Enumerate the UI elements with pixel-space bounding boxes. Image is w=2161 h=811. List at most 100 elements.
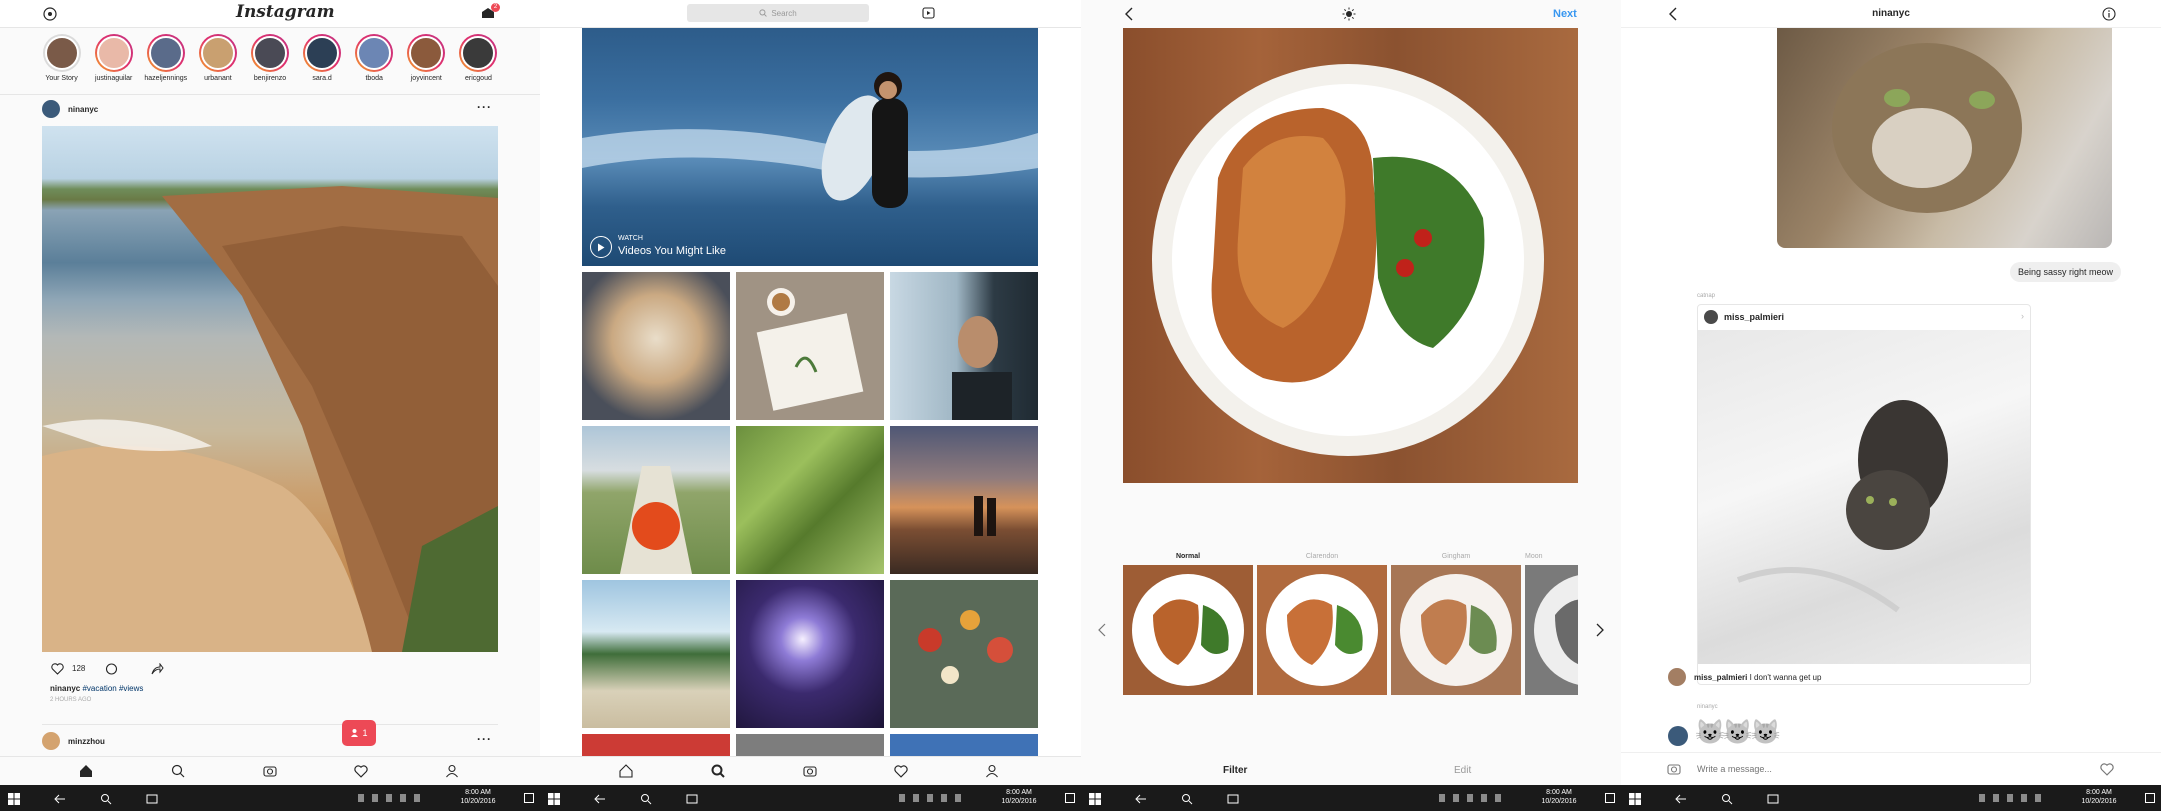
more-options-icon[interactable]: ··· [477,100,492,114]
filter-thumb-clarendon[interactable] [1257,565,1387,695]
explore-tile-notebook[interactable] [736,272,884,420]
caption-username[interactable]: ninanyc [50,684,80,693]
story-item[interactable]: tboda [353,34,396,92]
explore-tile-man-window[interactable] [890,272,1038,420]
next-button[interactable]: Next [1553,8,1577,20]
cortana-search-icon[interactable] [100,792,112,805]
next-post-username[interactable]: minzzhou [68,737,105,746]
more-options-icon[interactable]: ··· [477,732,492,746]
heart-icon[interactable] [353,763,369,779]
back-arrow-icon[interactable] [1675,792,1687,804]
camera-icon[interactable] [802,763,818,779]
search-input[interactable]: Search [687,4,869,22]
explore-tile-fireworks[interactable] [736,580,884,728]
clock-date: 10/20/2016 [2081,798,2117,805]
system-tray-icons[interactable] [1439,794,1509,802]
story-item[interactable]: joyvincent [405,34,448,92]
story-item[interactable]: urbanant [196,34,239,92]
video-hero[interactable]: WATCH Videos You Might Like [582,28,1038,266]
direct-panel: ninanyc Being sassy right meow catnap mi… [1621,0,2161,785]
cortana-search-icon[interactable] [1721,792,1733,805]
filter-thumb-normal[interactable] [1123,565,1253,695]
heart-icon[interactable] [893,763,909,779]
explore-tile-leaves[interactable] [736,426,884,574]
home-icon[interactable] [78,763,94,779]
chevron-right-icon[interactable] [1593,622,1607,638]
post-username[interactable]: ninanyc [68,105,98,114]
story-ring [303,34,342,72]
camera-icon[interactable] [262,763,278,779]
back-arrow-icon[interactable] [54,792,66,804]
back-arrow-icon[interactable] [594,792,606,804]
back-arrow-icon[interactable] [1135,792,1147,804]
windows-start-icon[interactable] [1089,792,1101,805]
action-center-icon[interactable] [1065,793,1075,803]
task-view-icon[interactable] [146,792,158,804]
explore-tile-flowers[interactable] [890,580,1038,728]
search-icon[interactable] [170,763,186,779]
filter-thumb-moon[interactable] [1525,565,1578,695]
heart-icon[interactable] [2099,761,2115,777]
share-icon[interactable] [150,662,164,676]
windows-start-icon[interactable] [8,792,20,805]
cortana-search-icon[interactable] [640,792,652,805]
story-item[interactable]: justinaguilar [92,34,135,92]
brightness-icon[interactable] [1341,6,1357,22]
shared-post-card[interactable]: miss_palmieri › [1697,304,2031,685]
avatar[interactable] [42,732,60,750]
task-view-icon[interactable] [686,792,698,804]
explore-tile-sunset[interactable] [890,426,1038,574]
chevron-left-icon[interactable] [1095,622,1109,638]
editor-topbar: Next [1081,0,1621,28]
shared-cat-photo[interactable] [1777,28,2112,248]
igtv-icon[interactable] [920,5,936,21]
explore-tile-partial-3[interactable] [890,734,1038,756]
comment-username[interactable]: miss_palmieri [1694,673,1747,682]
action-center-icon[interactable] [524,793,534,803]
camera-icon[interactable] [42,6,58,22]
story-item[interactable]: ericgoud [457,34,500,92]
tab-filter[interactable]: Filter [1223,765,1247,776]
tab-edit[interactable]: Edit [1454,765,1471,776]
cortana-search-icon[interactable] [1181,792,1193,805]
story-item[interactable]: Your Story [40,34,83,92]
like-icon[interactable] [50,662,64,676]
task-view-icon[interactable] [1767,792,1779,804]
action-center-icon[interactable] [1605,793,1615,803]
shared-post-username[interactable]: miss_palmieri [1724,312,1784,322]
post-photo[interactable] [42,126,498,652]
taskbar-clock[interactable]: 8:00 AM 10/20/2016 [2059,788,2139,806]
explore-tile-dog[interactable] [582,272,730,420]
taskbar-clock[interactable]: 8:00 AM 10/20/2016 [1519,788,1599,806]
system-tray-icons[interactable] [899,794,969,802]
system-tray-icons[interactable] [1979,794,2049,802]
caption-hashtags[interactable]: #vacation #views [82,684,143,693]
explore-tile-helmet[interactable] [582,426,730,574]
system-tray-icons[interactable] [358,794,428,802]
story-item[interactable]: sara.d [301,34,344,92]
activity-popup[interactable]: 1 [342,720,376,746]
search-icon[interactable] [710,763,726,779]
comment-icon[interactable] [104,662,118,676]
task-view-icon[interactable] [1227,792,1239,804]
taskbar-clock[interactable]: 8:00 AM 10/20/2016 [438,788,518,806]
story-item[interactable]: hazeljennings [144,34,187,92]
play-icon[interactable] [590,236,612,258]
back-chevron-icon[interactable] [1121,6,1137,22]
action-center-icon[interactable] [2145,793,2155,803]
camera-icon[interactable] [1666,761,1682,777]
avatar[interactable] [42,100,60,118]
explore-tile-partial-2[interactable] [736,734,884,756]
story-item[interactable]: benjirenzo [248,34,291,92]
home-icon[interactable] [618,763,634,779]
filter-thumb-gingham[interactable] [1391,565,1521,695]
explore-tile-beach[interactable] [582,580,730,728]
message-input[interactable] [1697,761,2077,777]
info-icon[interactable] [2101,6,2117,22]
taskbar-clock[interactable]: 8:00 AM 10/20/2016 [979,788,1059,806]
windows-start-icon[interactable] [1629,792,1641,805]
profile-icon[interactable] [444,763,460,779]
profile-icon[interactable] [984,763,1000,779]
explore-tile-partial-1[interactable] [582,734,730,756]
windows-start-icon[interactable] [548,792,560,805]
